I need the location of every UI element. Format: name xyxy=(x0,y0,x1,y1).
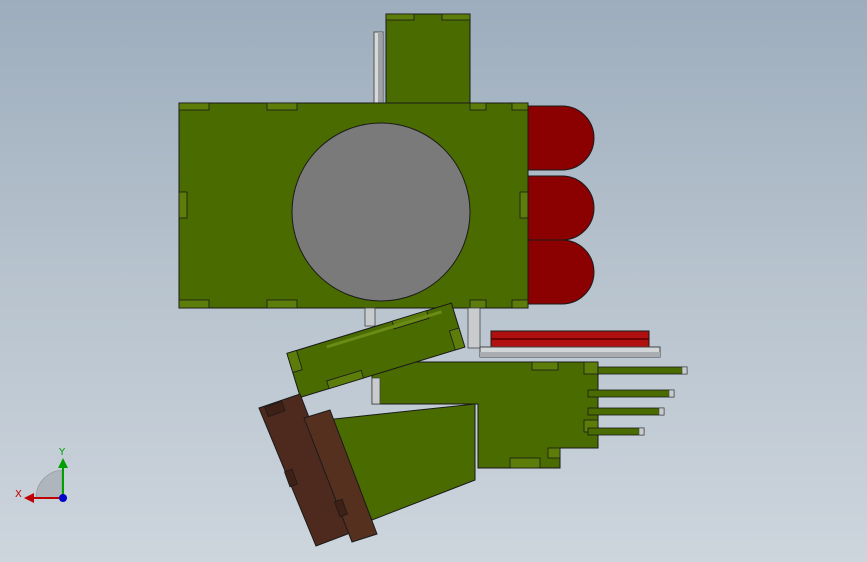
coordinate-triad xyxy=(24,458,68,503)
pin-1 xyxy=(597,366,688,375)
triad-label-x: X xyxy=(15,489,22,500)
y-axis-arrow xyxy=(58,458,68,468)
top-tab-plate[interactable] xyxy=(385,13,471,105)
central-bore[interactable] xyxy=(291,122,471,302)
red-lobes[interactable] xyxy=(527,105,595,305)
red-lobe-2 xyxy=(527,175,595,241)
triad-label-y: Y xyxy=(58,447,66,458)
pin-2 xyxy=(587,389,675,398)
pin-4 xyxy=(587,427,645,436)
graphics-viewport[interactable]: Y X xyxy=(0,0,867,562)
pin-3 xyxy=(587,407,665,416)
output-pins[interactable] xyxy=(587,366,688,436)
x-axis-arrow xyxy=(24,493,34,503)
red-lobe-3 xyxy=(527,239,595,305)
z-axis-dot xyxy=(59,494,67,502)
red-lobe-1 xyxy=(527,105,595,171)
model-view[interactable]: Y X xyxy=(0,0,867,562)
